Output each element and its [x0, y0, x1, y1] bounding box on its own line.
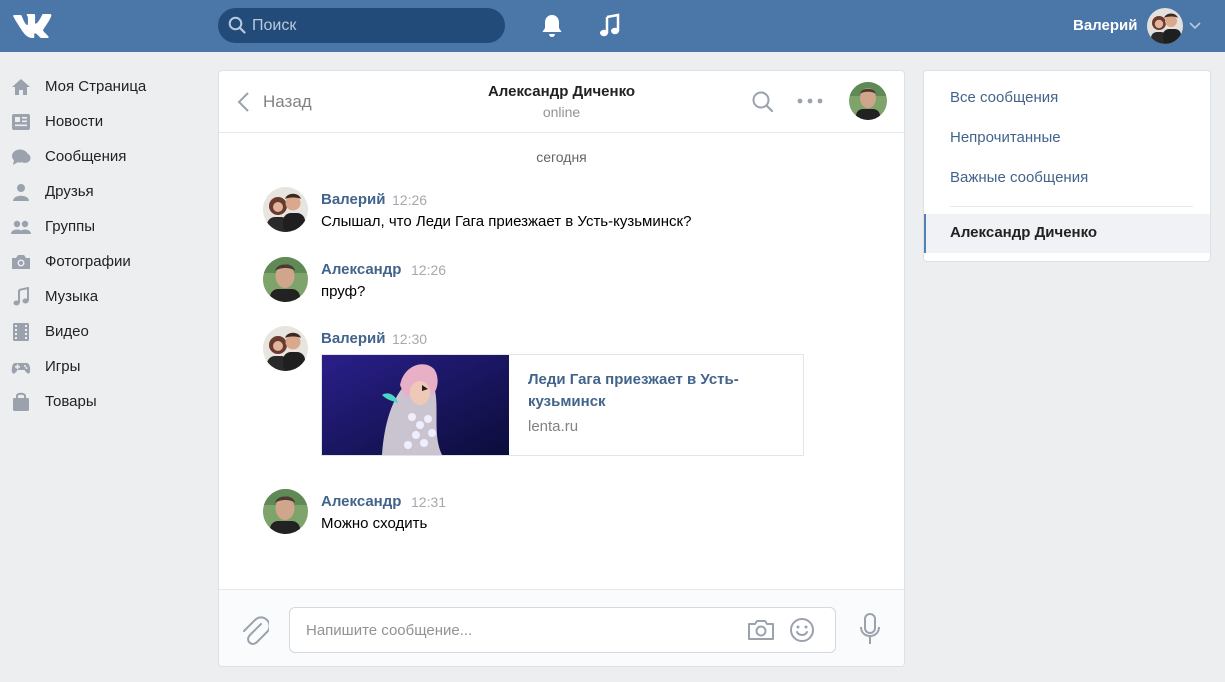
- gamepad-icon: [11, 363, 31, 374]
- music-icon: [13, 287, 29, 306]
- nav-item-goods[interactable]: Товары: [0, 384, 200, 419]
- nav-label: Игры: [45, 358, 81, 375]
- header-user-name[interactable]: Валерий: [1073, 17, 1137, 34]
- nav-item-news[interactable]: Новости: [0, 104, 200, 139]
- messages-icon: [12, 149, 31, 165]
- camera-icon: [12, 255, 30, 269]
- news-icon: [12, 114, 30, 130]
- avatar[interactable]: [263, 326, 308, 371]
- message-time: 12:26: [411, 262, 447, 278]
- search-input[interactable]: [252, 8, 492, 43]
- message-text: Слышал, что Леди Гага приезжает в Усть-к…: [321, 213, 692, 230]
- link-thumbnail: [322, 355, 509, 455]
- message-text: пруф?: [321, 283, 366, 300]
- avatar[interactable]: [263, 489, 308, 534]
- search-box[interactable]: [218, 8, 505, 43]
- active-conversation[interactable]: Александр Диченко: [924, 214, 1210, 253]
- active-conversation-label: Александр Диченко: [950, 224, 1098, 241]
- nav-label: Группы: [45, 218, 95, 235]
- link-title[interactable]: Леди Гага приезжает в Усть-кузьминск: [528, 369, 778, 413]
- smile-icon[interactable]: [789, 617, 815, 643]
- message-text: Можно сходить: [321, 515, 428, 532]
- message-time: 12:30: [392, 331, 428, 347]
- avatar[interactable]: [263, 257, 308, 302]
- day-separator: сегодня: [536, 149, 587, 165]
- avatar[interactable]: [263, 187, 308, 232]
- paperclip-icon[interactable]: [241, 615, 269, 645]
- nav-item-messages[interactable]: Сообщения: [0, 139, 200, 174]
- bag-icon: [13, 392, 29, 411]
- groups-icon: [11, 220, 31, 234]
- peer-avatar[interactable]: [849, 82, 887, 120]
- filter-all-messages[interactable]: Все сообщения: [950, 89, 1058, 106]
- message-author[interactable]: Александр: [321, 261, 401, 278]
- message-author[interactable]: Александр: [321, 493, 401, 510]
- nav-label: Видео: [45, 323, 89, 340]
- bell-icon[interactable]: [540, 13, 564, 39]
- message-author[interactable]: Валерий: [321, 191, 385, 208]
- nav-label: Фотографии: [45, 253, 131, 270]
- top-header: Валерий: [0, 0, 1225, 52]
- link-domain: lenta.ru: [528, 418, 579, 435]
- link-attachment[interactable]: Леди Гага приезжает в Усть-кузьминск len…: [321, 354, 804, 456]
- nav-label: Моя Страница: [45, 78, 147, 95]
- header-avatar[interactable]: [1147, 8, 1183, 44]
- chat-panel: Назад Александр Диченко online сегодня В…: [218, 70, 905, 667]
- messages-filter-panel: Все сообщения Непрочитанные Важные сообщ…: [923, 70, 1211, 262]
- filter-unread[interactable]: Непрочитанные: [950, 129, 1061, 146]
- nav-label: Музыка: [45, 288, 99, 305]
- nav-label: Новости: [45, 113, 104, 130]
- search-icon[interactable]: [751, 90, 775, 114]
- message-time: 12:26: [392, 192, 428, 208]
- video-icon: [13, 323, 29, 341]
- vk-logo[interactable]: [12, 12, 52, 38]
- nav-item-my-page[interactable]: Моя Страница: [0, 69, 200, 104]
- filter-important[interactable]: Важные сообщения: [950, 169, 1088, 186]
- nav-item-music[interactable]: Музыка: [0, 279, 200, 314]
- divider: [950, 206, 1193, 207]
- more-icon[interactable]: [796, 95, 824, 107]
- nav-item-friends[interactable]: Друзья: [0, 174, 200, 209]
- message-composer: [219, 589, 904, 666]
- friends-icon: [13, 184, 29, 201]
- nav-item-games[interactable]: Игры: [0, 349, 200, 384]
- nav-item-groups[interactable]: Группы: [0, 209, 200, 244]
- music-note-icon[interactable]: [598, 13, 622, 39]
- nav-item-photos[interactable]: Фотографии: [0, 244, 200, 279]
- microphone-icon[interactable]: [859, 613, 881, 645]
- chat-header: Назад Александр Диченко online: [219, 71, 904, 133]
- left-nav: Моя Страница Новости Сообщения Друзья Гр…: [0, 69, 200, 419]
- message-time: 12:31: [411, 494, 447, 510]
- nav-label: Друзья: [45, 183, 94, 200]
- nav-item-video[interactable]: Видео: [0, 314, 200, 349]
- search-icon: [228, 16, 246, 34]
- home-icon: [12, 79, 30, 95]
- chevron-down-icon[interactable]: [1189, 22, 1201, 30]
- message-author[interactable]: Валерий: [321, 330, 385, 347]
- message-input-box[interactable]: [289, 607, 836, 653]
- camera-icon[interactable]: [747, 618, 775, 642]
- nav-label: Сообщения: [45, 148, 127, 165]
- nav-label: Товары: [45, 393, 97, 410]
- message-input[interactable]: [306, 608, 736, 652]
